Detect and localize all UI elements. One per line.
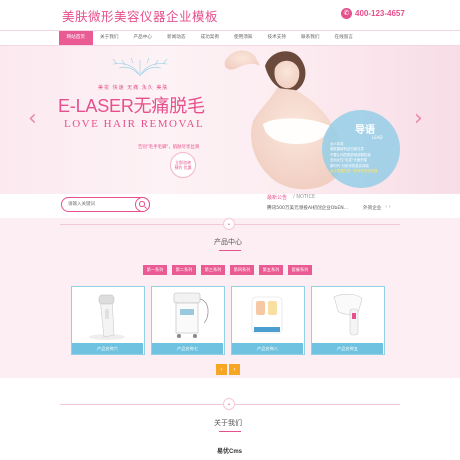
main-nav: 网站首页 关于我们 产品中心 新闻动态 成功案例 使用须知 技术支持 联系我们 在线留言 — [0, 30, 460, 46]
search-button[interactable] — [135, 197, 150, 212]
product-pager: ‹ › — [216, 364, 242, 375]
feather-decoration-icon — [112, 57, 168, 77]
product-card[interactable]: 产品名称六 — [71, 286, 145, 355]
category-tab[interactable]: 第五系列 — [259, 265, 283, 275]
consult-line-2: 预约 优惠 — [174, 165, 192, 170]
banner-subheadline: LOVE HAIR REMOVAL — [64, 118, 205, 130]
about-subtitle: 易优Cms — [217, 449, 243, 455]
nav-item[interactable]: 网站首页 — [59, 31, 93, 45]
category-tab[interactable]: 套餐系列 — [288, 265, 312, 275]
nav-item[interactable]: 使用须知 — [227, 31, 261, 45]
notice-controls[interactable]: ‹ › — [385, 204, 391, 210]
product-list: 产品名称六 产品名称七 产品名称八 产品名称五 — [71, 286, 391, 355]
phone-contact: ✆ 400-123-4657 — [341, 8, 405, 19]
category-tab[interactable]: 第二系列 — [172, 265, 196, 275]
category-tab[interactable]: 第四系列 — [230, 265, 254, 275]
products-title: 产品中心 — [214, 238, 242, 246]
product-image[interactable] — [232, 287, 303, 342]
nav-item[interactable]: 产品中心 — [126, 31, 160, 45]
page: 美肤微形美容仪器企业模板 ✆ 400-123-4657 网站首页 关于我们 产品中心… — [0, 0, 460, 460]
site-logo-title[interactable]: 美肤微形美容仪器企业模板 — [62, 6, 218, 25]
product-name[interactable]: 产品名称八 — [232, 343, 303, 354]
title-underline — [219, 250, 241, 251]
nav-item[interactable]: 关于我们 — [93, 31, 127, 45]
nav-item[interactable]: 新闻动态 — [160, 31, 194, 45]
chevron-down-icon: ⌄ — [223, 398, 235, 410]
product-image[interactable] — [312, 287, 383, 342]
lead-title: 导语 — [355, 125, 375, 136]
header: 美肤微形美容仪器企业模板 ✆ 400-123-4657 — [0, 0, 460, 30]
product-card[interactable]: 产品名称八 — [231, 286, 305, 355]
about-title: 关于我们 — [214, 419, 242, 427]
category-tab[interactable]: 第三系列 — [201, 265, 225, 275]
consult-circle-button[interactable]: 立即咨询 预约 优惠 — [170, 152, 196, 178]
search-box — [61, 197, 150, 212]
product-category-tabs: 第一系列 第二系列 第三系列 第四系列 第五系列 套餐系列 — [143, 265, 317, 275]
lead-line: 女生需要的是一款有效的脱毛器 — [330, 169, 378, 174]
phone-number: 400-123-4657 — [355, 9, 405, 18]
notice-label: 最新公告 — [267, 195, 288, 201]
lead-subtitle: LEAD — [372, 135, 383, 140]
product-name[interactable]: 产品名称六 — [72, 343, 143, 354]
notice-label-en: / NOTICE — [293, 194, 316, 200]
product-card[interactable]: 产品名称五 — [311, 286, 385, 355]
banner-prev-arrow-icon[interactable]: ‹ — [28, 106, 37, 131]
nav-item[interactable]: 在线留言 — [327, 31, 361, 45]
category-tab[interactable]: 第一系列 — [143, 265, 167, 275]
notice-item[interactable]: 外资企业 — [363, 205, 381, 211]
pager-prev-button[interactable]: ‹ — [216, 364, 227, 375]
product-name[interactable]: 产品名称七 — [152, 343, 223, 354]
product-name[interactable]: 产品名称五 — [312, 343, 383, 354]
banner-next-arrow-icon[interactable]: › — [414, 106, 423, 131]
chevron-down-icon: ⌄ — [223, 218, 235, 230]
lead-text: 女人体质 美肤翻新科技日新月异 不要让你的肌肤继续颗粒感 亚洲女性"毛发"大面积重 新时… — [330, 142, 392, 174]
product-image[interactable] — [152, 287, 223, 342]
banner-tagline: 告别"毛手毛脚"，肌肤尽享丝滑 — [138, 145, 200, 150]
notice-item[interactable]: 腾讯500万美元领投AI初创企业ObEN... — [267, 205, 348, 211]
nav-item[interactable]: 联系我们 — [294, 31, 328, 45]
title-underline — [219, 431, 241, 432]
hero-banner: ‹ › 美妆 快速 无痛 永久 美肤 E-LASER无痛脱毛 LOVE HAIR… — [0, 46, 460, 194]
product-card[interactable]: 产品名称七 — [151, 286, 225, 355]
search-input[interactable] — [68, 200, 136, 209]
product-image[interactable] — [72, 287, 143, 342]
nav-item[interactable]: 成功案例 — [193, 31, 227, 45]
banner-headline: E-LASER无痛脱毛 — [58, 96, 205, 116]
phone-icon: ✆ — [341, 8, 352, 19]
banner-tags: 美妆 快速 无痛 永久 美肤 — [98, 85, 169, 91]
pager-next-button[interactable]: › — [229, 364, 240, 375]
nav-item[interactable]: 技术支持 — [260, 31, 294, 45]
